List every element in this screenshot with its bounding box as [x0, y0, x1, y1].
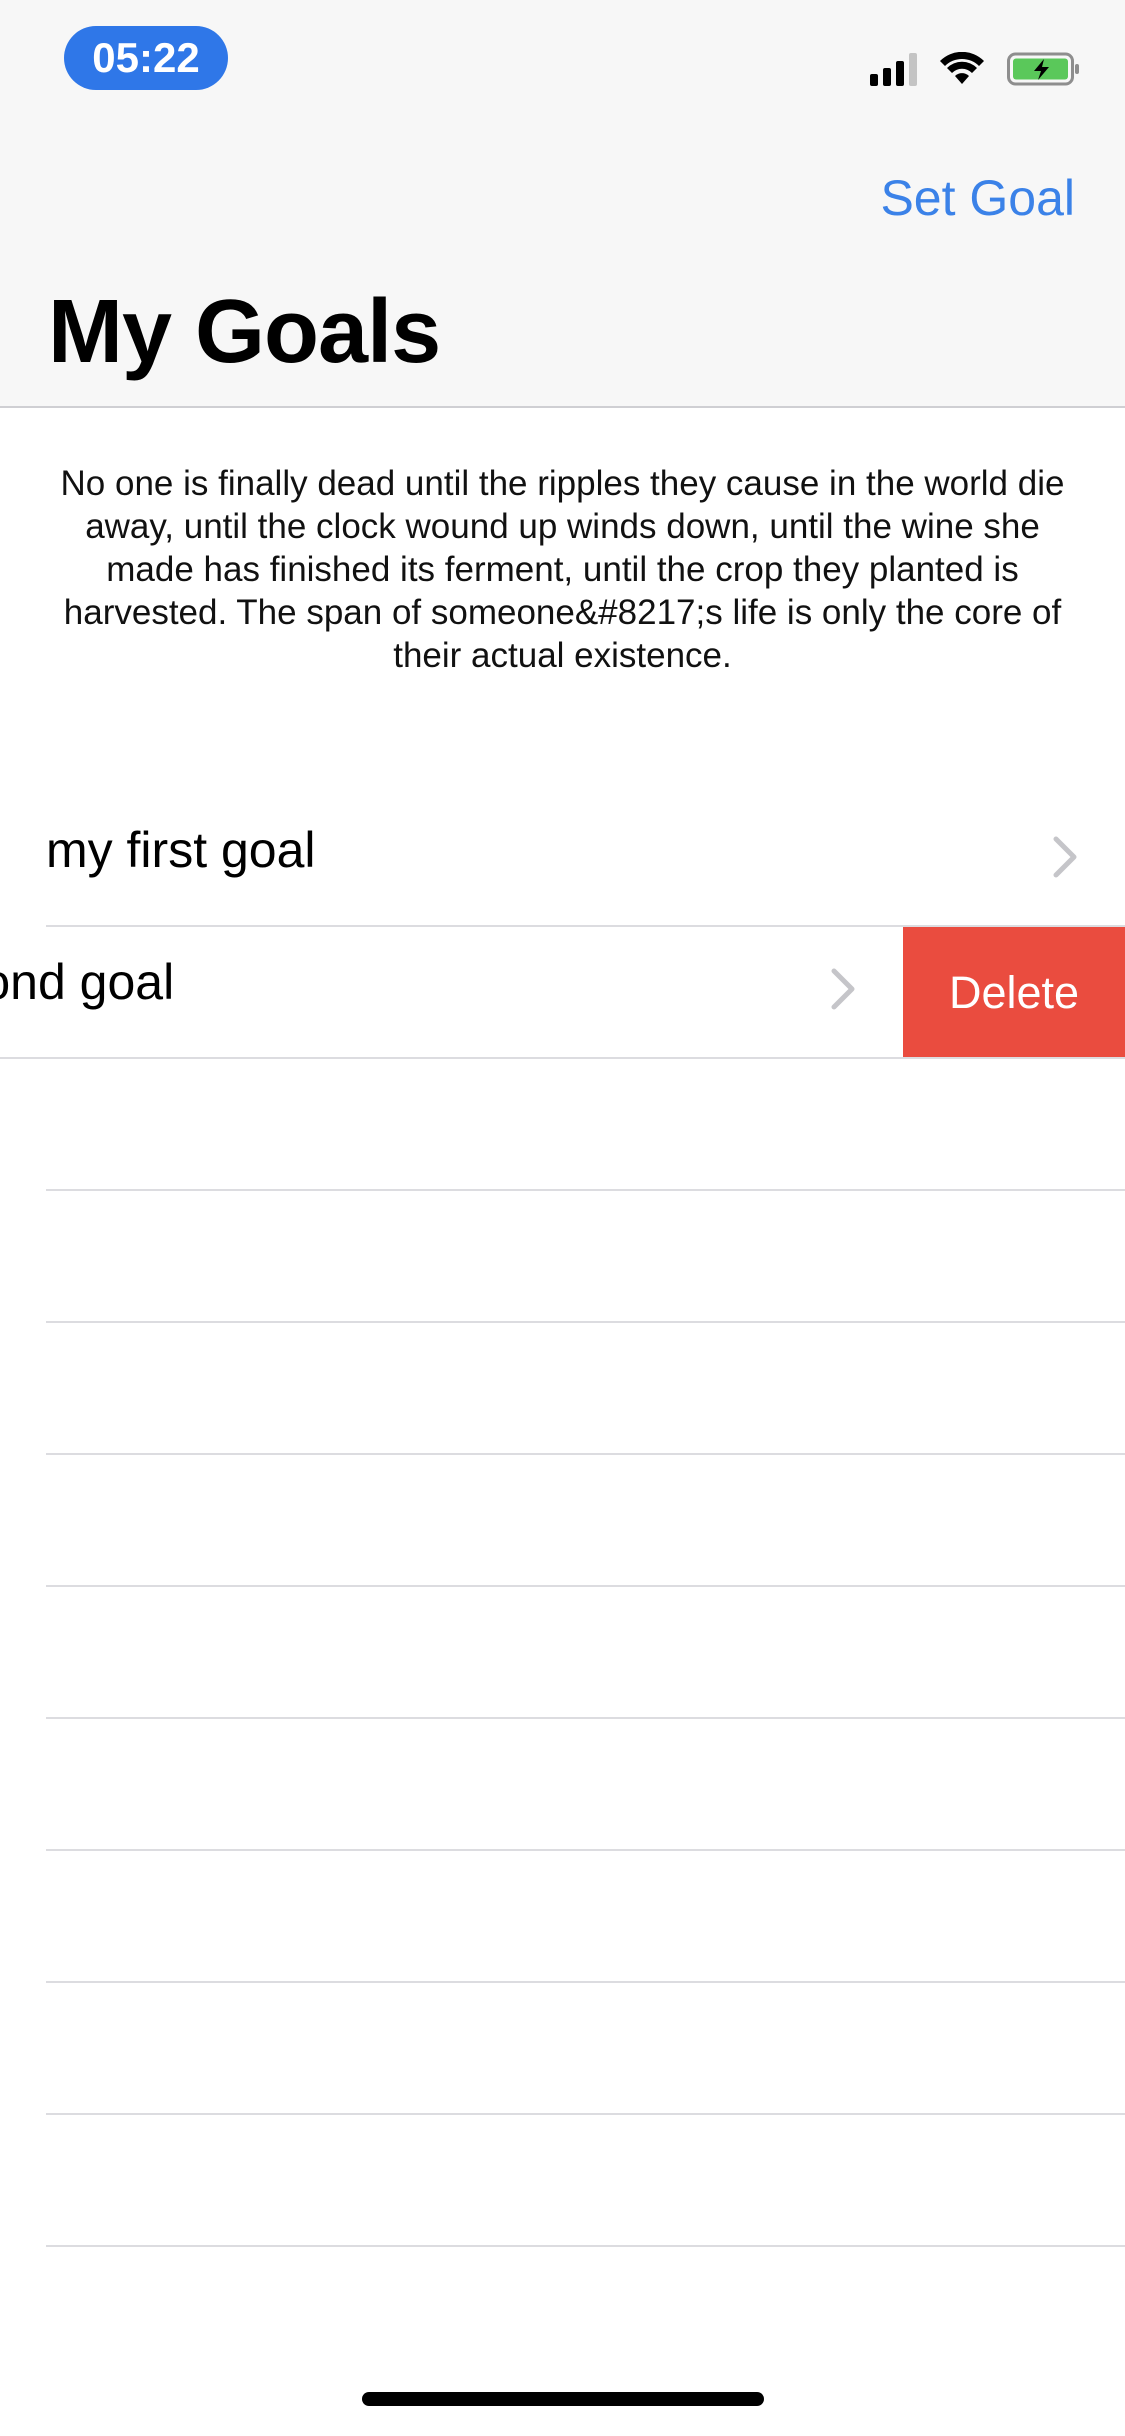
goal-row[interactable]: my second goal Delete [0, 927, 1125, 1059]
status-icons [870, 46, 1081, 86]
delete-button[interactable]: Delete [903, 927, 1125, 1059]
goal-label: my second goal [0, 954, 175, 1010]
empty-row [0, 1455, 1125, 1587]
cellular-signal-icon [870, 52, 917, 86]
set-goal-button[interactable]: Set Goal [880, 168, 1075, 228]
home-indicator[interactable] [362, 2392, 764, 2406]
empty-row [0, 1059, 1125, 1191]
empty-row [0, 2115, 1125, 2247]
empty-row [0, 1851, 1125, 1983]
row-separator [46, 2245, 1125, 2247]
empty-row [0, 1587, 1125, 1719]
status-bar: 05:22 [0, 0, 1125, 120]
screen: 05:22 Set Goal My Goals No one is finall… [0, 0, 1125, 2436]
goal-label: my first goal [46, 822, 316, 878]
empty-row [0, 1983, 1125, 2115]
empty-row [0, 1191, 1125, 1323]
wifi-icon [940, 52, 984, 84]
goal-row-content[interactable]: my second goal [0, 927, 903, 1059]
battery-charging-icon [1007, 52, 1079, 86]
chevron-right-icon [1053, 836, 1077, 878]
page-title: My Goals [48, 282, 441, 382]
goals-table[interactable]: my first goal my second goal Delete [0, 795, 1125, 2247]
empty-row [0, 1719, 1125, 1851]
goal-row[interactable]: my first goal [0, 795, 1125, 927]
empty-row [0, 1323, 1125, 1455]
navigation-bar: Set Goal My Goals [0, 120, 1125, 408]
chevron-right-icon [831, 968, 855, 1010]
goal-row-content[interactable]: my first goal [0, 795, 1125, 927]
status-time[interactable]: 05:22 [64, 26, 228, 90]
quote-text: No one is finally dead until the ripples… [60, 464, 1065, 675]
